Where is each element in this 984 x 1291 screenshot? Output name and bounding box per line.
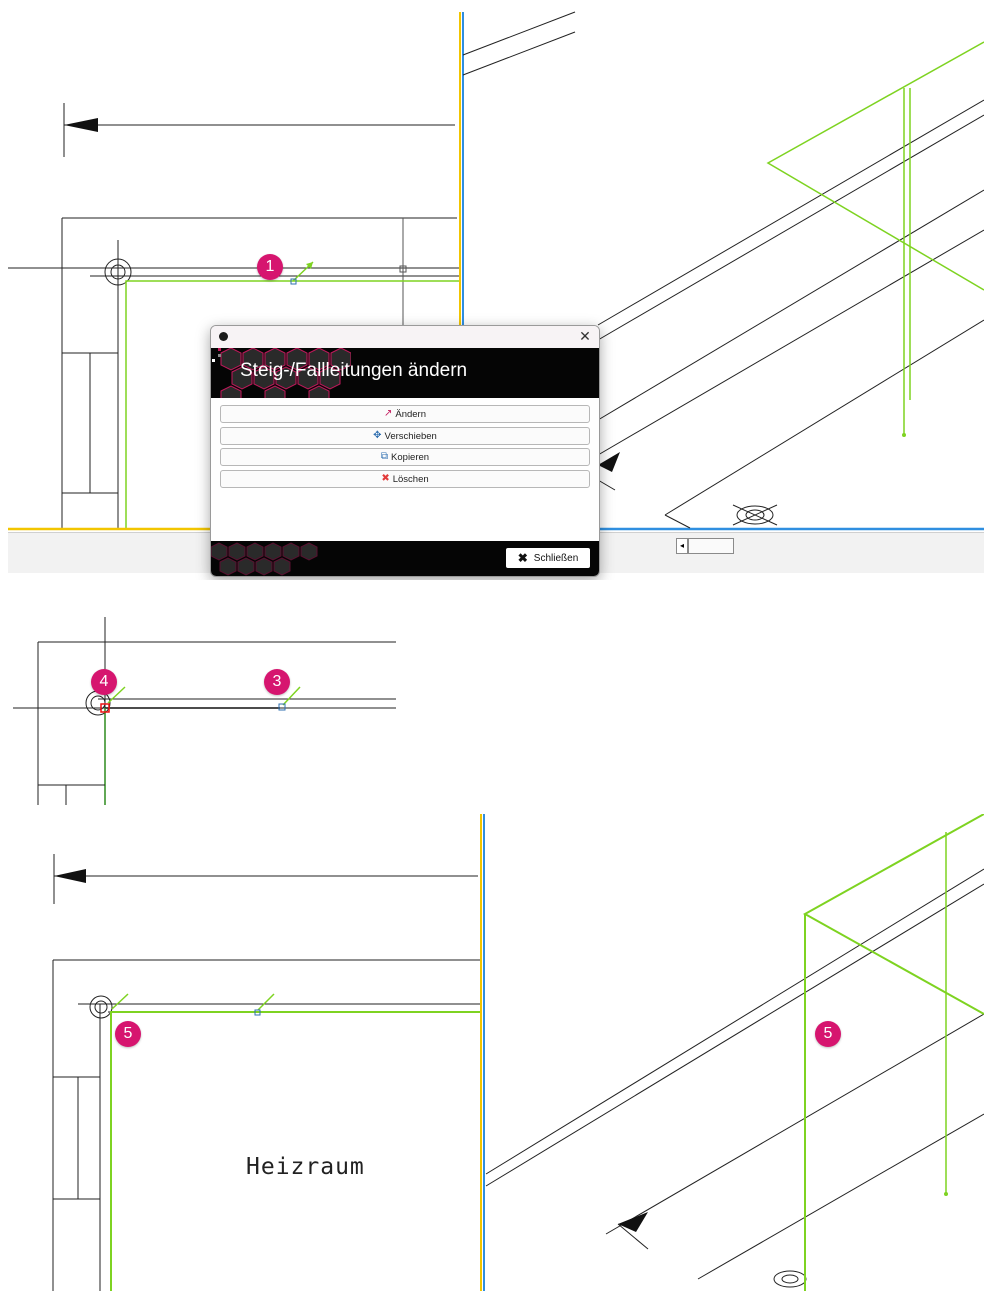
dimension-arrow-icon xyxy=(64,118,98,132)
dimension-arrow-bottom-icon xyxy=(54,869,86,883)
dialog-titlebar[interactable]: ✕ xyxy=(211,326,599,348)
hexagon-pattern-footer-icon xyxy=(211,542,318,576)
riser-logo-icon xyxy=(212,348,221,362)
move-button-label: Verschieben xyxy=(384,430,437,442)
close-button-label: Schließen xyxy=(533,552,579,564)
modify-button[interactable]: ↗ Ändern xyxy=(220,405,590,423)
delete-icon: ✖ xyxy=(381,473,390,484)
move-icon: ✥ xyxy=(373,430,382,441)
delete-button-label: Löschen xyxy=(392,473,429,485)
copy-icon: ⧉ xyxy=(380,451,389,462)
callout-marker-5-left: 5 xyxy=(115,1021,141,1047)
cad-detail-view[interactable]: 4 3 xyxy=(8,617,396,805)
move-button[interactable]: ✥ Verschieben xyxy=(220,427,590,445)
scroll-left-icon[interactable]: ◂ xyxy=(676,538,688,554)
cad-view-bottom[interactable]: 5 5 xyxy=(8,814,984,1291)
delete-button[interactable]: ✖ Löschen xyxy=(220,470,590,488)
dialog-footer: ✖ Schließen xyxy=(211,541,599,576)
callout-marker-4: 4 xyxy=(91,669,117,695)
cad-drawing-detail xyxy=(13,617,396,805)
modify-icon: ↗ xyxy=(383,408,393,419)
copy-button-label: Kopieren xyxy=(391,451,430,463)
callout-marker-1: 1 xyxy=(257,254,283,280)
app-logo-icon xyxy=(219,332,228,341)
dialog-header: Steig-/Fallleitungen ändern xyxy=(211,348,599,398)
modify-button-label: Ändern xyxy=(395,408,427,420)
scroll-thumb[interactable] xyxy=(688,538,734,554)
cad-drawing-bottom xyxy=(52,814,984,1291)
close-button-icon: ✖ xyxy=(517,551,528,565)
edit-risers-dialog: ✕ Steig-/Fallleitungen ändern ↗ Ändern ✥… xyxy=(210,325,600,577)
callout-marker-5-right: 5 xyxy=(815,1021,841,1047)
close-button[interactable]: ✖ Schließen xyxy=(506,548,590,568)
callout-marker-3: 3 xyxy=(264,669,290,695)
close-icon[interactable]: ✕ xyxy=(577,328,593,344)
dialog-title: Steig-/Fallleitungen ändern xyxy=(240,360,468,381)
room-label: Heizraum xyxy=(246,1154,365,1180)
copy-button[interactable]: ⧉ Kopieren xyxy=(220,448,590,466)
cad-view-top[interactable]: 1 2 ◂ ✕ xyxy=(0,0,984,580)
